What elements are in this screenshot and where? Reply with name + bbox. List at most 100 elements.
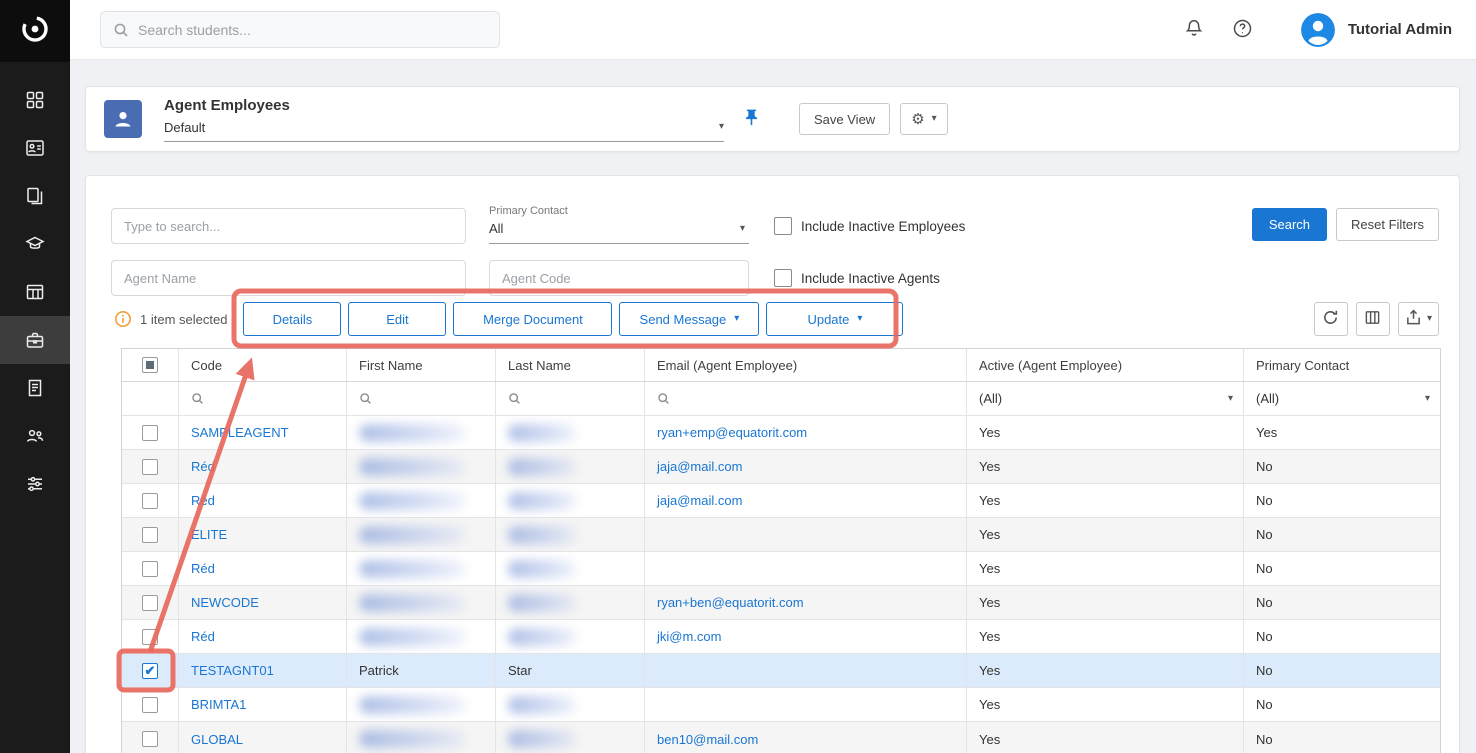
include-inactive-employees[interactable]: Include Inactive Employees: [774, 217, 965, 235]
edit-button[interactable]: Edit: [348, 302, 446, 336]
column-chooser-button[interactable]: [1356, 302, 1390, 336]
active-filter-dropdown[interactable]: (All) ▾: [979, 391, 1233, 406]
details-button[interactable]: Details: [243, 302, 341, 336]
sidebar-item-invoices[interactable]: [0, 364, 70, 412]
email-link[interactable]: jaja@mail.com: [657, 493, 742, 508]
code-link[interactable]: Réd: [191, 629, 215, 644]
view-settings-button[interactable]: ⚙ ▾: [900, 103, 947, 135]
sidebar-item-people[interactable]: [0, 412, 70, 460]
row-checkbox[interactable]: [142, 697, 158, 713]
keyword-search-input[interactable]: [111, 208, 466, 244]
reset-filters-button[interactable]: Reset Filters: [1336, 208, 1439, 241]
primary-contact-cell: No: [1244, 620, 1440, 653]
help-button[interactable]: [1228, 14, 1257, 46]
refresh-icon: [1322, 309, 1339, 329]
row-checkbox[interactable]: [142, 459, 158, 475]
view-header-card: Agent Employees Default ▾ Save View ⚙ ▾: [85, 86, 1460, 152]
app-logo[interactable]: [0, 0, 70, 62]
column-header-code[interactable]: Code: [179, 349, 347, 381]
row-checkbox[interactable]: [142, 629, 158, 645]
code-link[interactable]: Réd: [191, 561, 215, 576]
code-link[interactable]: NEWCODE: [191, 595, 259, 610]
refresh-button[interactable]: [1314, 302, 1348, 336]
row-checkbox[interactable]: [142, 493, 158, 509]
row-checkbox[interactable]: [142, 425, 158, 441]
search-icon: [191, 392, 204, 405]
search-button[interactable]: Search: [1252, 208, 1327, 241]
email-cell: jaja@mail.com: [645, 484, 967, 517]
email-link[interactable]: ryan+emp@equatorit.com: [657, 425, 807, 440]
row-checkbox[interactable]: [142, 527, 158, 543]
email-link[interactable]: jki@m.com: [657, 629, 721, 644]
code-filter-cell[interactable]: [179, 382, 347, 415]
email-filter-cell[interactable]: [645, 382, 967, 415]
sidebar-item-contacts[interactable]: [0, 124, 70, 172]
code-link[interactable]: Réd: [191, 493, 215, 508]
code-link[interactable]: ELITE: [191, 527, 227, 542]
redacted-first-name: [359, 458, 466, 476]
global-search-input[interactable]: [138, 22, 487, 38]
email-link[interactable]: jaja@mail.com: [657, 459, 742, 474]
notifications-button[interactable]: [1180, 14, 1208, 45]
row-checkbox[interactable]: [142, 731, 158, 747]
column-header-primary-contact[interactable]: Primary Contact: [1244, 349, 1440, 381]
sidebar-item-dashboard[interactable]: [0, 76, 70, 124]
merge-document-button[interactable]: Merge Document: [453, 302, 612, 336]
sidebar-item-agents[interactable]: [0, 316, 70, 364]
primary-contact-cell: No: [1244, 450, 1440, 483]
email-link[interactable]: ryan+ben@equatorit.com: [657, 595, 804, 610]
primary-contact-value: All: [489, 221, 503, 236]
primary-contact-filter-dropdown[interactable]: (All) ▾: [1256, 391, 1430, 406]
row-checkbox[interactable]: [142, 595, 158, 611]
code-link[interactable]: BRIMTA1: [191, 697, 246, 712]
last-name-cell: [496, 688, 645, 721]
global-search[interactable]: [100, 11, 500, 48]
code-cell: BRIMTA1: [179, 688, 347, 721]
send-message-button[interactable]: Send Message▾: [619, 302, 759, 336]
user-name[interactable]: Tutorial Admin: [1348, 21, 1452, 38]
include-inactive-employees-checkbox[interactable]: [774, 217, 792, 235]
redacted-last-name: [508, 458, 577, 476]
sidebar: [0, 0, 70, 753]
column-header-active[interactable]: Active (Agent Employee): [967, 349, 1244, 381]
code-cell: Réd: [179, 484, 347, 517]
update-button[interactable]: Update▾: [766, 302, 903, 336]
row-checkbox[interactable]: ✔: [142, 663, 158, 679]
code-link[interactable]: GLOBAL: [191, 732, 243, 747]
sidebar-item-education[interactable]: [0, 220, 70, 268]
invoices-icon: [25, 378, 45, 398]
export-button[interactable]: ▾: [1398, 302, 1439, 336]
email-link[interactable]: ben10@mail.com: [657, 732, 758, 747]
logo-swirl-icon: [17, 11, 53, 52]
row-checkbox[interactable]: [142, 561, 158, 577]
grid-card: Primary Contact All ▾ Include Inactive E…: [85, 175, 1460, 753]
toolbar-buttons: DetailsEditMerge DocumentSend Message▾Up…: [243, 302, 903, 336]
user-avatar[interactable]: [1301, 13, 1335, 47]
agent-code-input[interactable]: [489, 260, 749, 296]
include-inactive-agents[interactable]: Include Inactive Agents: [774, 269, 940, 287]
grid-header-row: Code First Name Last Name Email (Agent E…: [122, 349, 1440, 382]
bell-icon: [1184, 18, 1204, 41]
include-inactive-agents-checkbox[interactable]: [774, 269, 792, 287]
sidebar-item-settings[interactable]: [0, 460, 70, 508]
sidebar-item-board[interactable]: [0, 268, 70, 316]
save-view-button[interactable]: Save View: [799, 103, 890, 135]
active-cell: Yes: [967, 416, 1244, 449]
code-cell: Réd: [179, 552, 347, 585]
first-name-filter-cell[interactable]: [347, 382, 496, 415]
view-select-value: Default: [164, 120, 205, 135]
code-link[interactable]: TESTAGNT01: [191, 663, 274, 678]
view-select[interactable]: Default ▾: [164, 120, 724, 142]
code-link[interactable]: SAMPLEAGENT: [191, 425, 289, 440]
column-header-last-name[interactable]: Last Name: [496, 349, 645, 381]
last-name-cell: [496, 552, 645, 585]
pin-view-button[interactable]: [742, 108, 761, 130]
code-link[interactable]: Réd: [191, 459, 215, 474]
column-header-first-name[interactable]: First Name: [347, 349, 496, 381]
column-header-email[interactable]: Email (Agent Employee): [645, 349, 967, 381]
primary-contact-select[interactable]: Primary Contact All ▾: [489, 208, 749, 244]
agent-name-input[interactable]: [111, 260, 466, 296]
last-name-filter-cell[interactable]: [496, 382, 645, 415]
select-all-checkbox[interactable]: [142, 357, 158, 373]
sidebar-item-documents[interactable]: [0, 172, 70, 220]
